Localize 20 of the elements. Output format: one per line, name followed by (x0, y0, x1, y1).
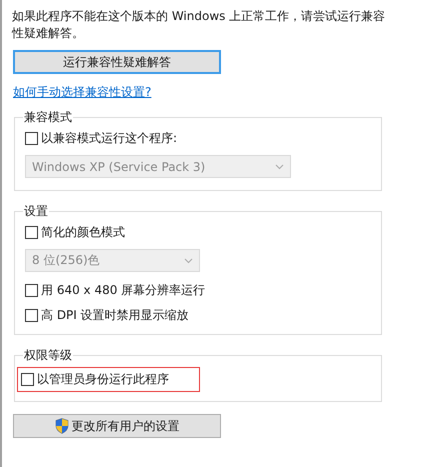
help-link[interactable]: 如何手动选择兼容性设置? (13, 84, 152, 101)
checkbox-label[interactable]: 用 640 x 480 屏幕分辨率运行 (41, 282, 206, 299)
checkbox-label[interactable]: 高 DPI 设置时禁用显示缩放 (41, 307, 189, 324)
checkbox[interactable] (25, 226, 38, 239)
checkbox[interactable] (25, 309, 38, 322)
chevron-icon (275, 164, 284, 170)
chevron-icon (184, 258, 193, 264)
group-title: 权限等级 (23, 347, 73, 364)
group-title: 设置 (23, 203, 49, 220)
intro-text: 如果此程序不能在这个版本的 Windows 上正常工作，请尝试运行兼容性疑难解答。 (12, 8, 386, 42)
checkbox[interactable] (25, 132, 38, 145)
troubleshoot-button[interactable]: 运行兼容性疑难解答 (13, 50, 221, 74)
checkbox-label[interactable]: 以管理员身份运行此程序 (37, 371, 169, 388)
checkbox[interactable] (25, 284, 38, 297)
checkbox-label[interactable]: 简化的颜色模式 (41, 224, 125, 241)
shield-icon (54, 418, 68, 434)
all-users-button[interactable]: 更改所有用户的设置 (13, 414, 221, 438)
checkbox[interactable] (21, 373, 34, 386)
group-title: 兼容模式 (23, 109, 73, 126)
checkbox-label[interactable]: 以兼容模式运行这个程序: (41, 130, 178, 147)
